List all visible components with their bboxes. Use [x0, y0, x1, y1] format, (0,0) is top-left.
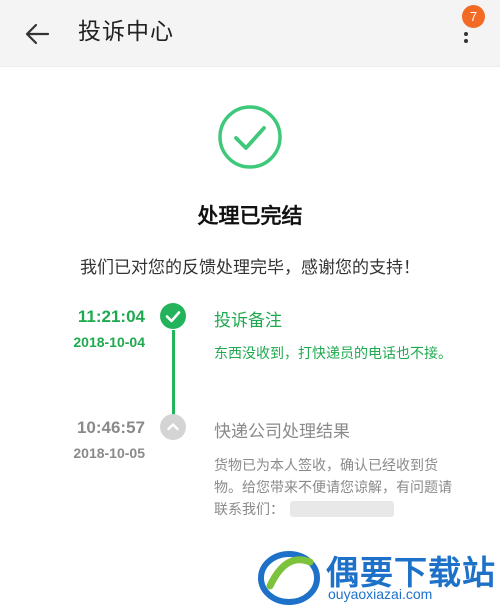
event-date: 2018-10-04 — [73, 334, 145, 350]
page-title: 投诉中心 — [78, 19, 174, 45]
event-time: 11:21:04 — [77, 307, 145, 326]
event-title: 快递公司处理结果 — [214, 422, 350, 442]
timeline-connector — [172, 330, 175, 424]
event-description: 东西没收到，打快递员的电话也不接。 — [214, 346, 452, 362]
event-time: 10:46:57 — [76, 418, 145, 437]
app-bar: 投诉中心 7 — [0, 0, 500, 67]
watermark-url: ouyaoxiazai.com — [328, 586, 433, 602]
back-button[interactable] — [22, 18, 54, 50]
more-vertical-icon — [464, 32, 468, 36]
watermark-logo-icon — [258, 551, 320, 605]
timeline-node-current — [160, 303, 186, 329]
check-circle-icon — [218, 105, 282, 169]
redacted-phone — [290, 501, 394, 517]
notification-badge: 7 — [462, 5, 485, 28]
check-icon — [165, 311, 181, 323]
status-subtitle: 我们已对您的反馈处理完毕，感谢您的支持！ — [80, 258, 420, 278]
event-title: 投诉备注 — [214, 311, 282, 331]
arrow-left-icon — [25, 23, 50, 45]
chevron-up-icon — [167, 423, 179, 431]
status-title: 处理已完结 — [197, 204, 303, 228]
event-description: 货物已为本人签收，确认已经收到货物。给您带来不便请您谅解，有问题请联系我们： — [214, 458, 452, 518]
timeline-node-past — [160, 414, 186, 440]
event-date: 2018-10-05 — [73, 445, 145, 461]
